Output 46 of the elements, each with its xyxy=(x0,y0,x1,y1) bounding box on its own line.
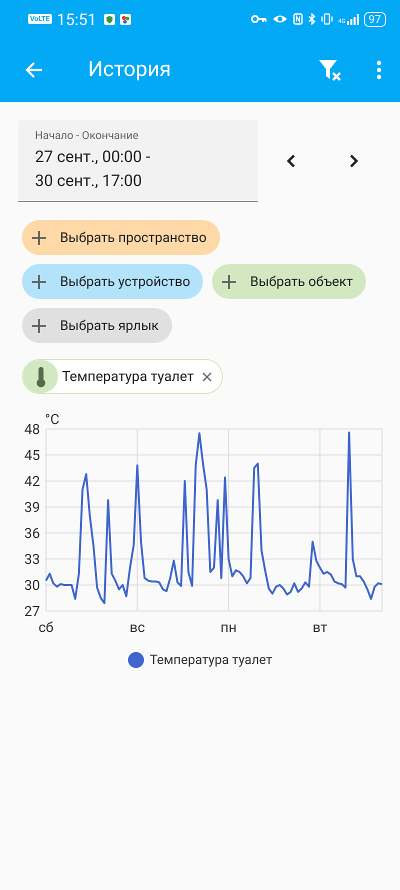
plus-icon xyxy=(32,230,46,244)
date-range-value: 27 сент., 00:00 - xyxy=(35,146,152,168)
eye-icon xyxy=(272,14,288,24)
chevron-left-icon xyxy=(286,154,296,168)
nfc-icon xyxy=(293,13,304,25)
x-axis-label: вт xyxy=(312,620,328,636)
date-range-value: 30 сент., 17:00 xyxy=(35,170,143,192)
x-axis-label: пн xyxy=(220,620,237,636)
y-axis-label: 33 xyxy=(24,552,40,568)
shield-icon xyxy=(104,14,114,24)
signal-icon xyxy=(346,14,359,24)
x-axis-label: сб xyxy=(38,620,54,636)
vibrate-icon xyxy=(321,13,334,25)
app-icon xyxy=(120,14,130,24)
legend-label: Температура туалет xyxy=(150,652,272,668)
entity-label: Температура туалет xyxy=(62,368,194,384)
y-axis-label: 42 xyxy=(24,474,40,490)
add-filter-chip[interactable]: Выбрать объект xyxy=(212,264,366,299)
thermometer-icon xyxy=(36,366,46,388)
bluetooth-icon xyxy=(308,13,316,25)
status-time: 15:51 xyxy=(56,10,96,28)
date-range-field[interactable]: Начало - Окончание 27 сент., 00:00 - 30 сент., 17:00 xyxy=(18,120,258,202)
y-axis-label: 30 xyxy=(24,578,40,594)
filter-clear-icon xyxy=(318,58,344,82)
y-axis-label: 36 xyxy=(24,526,40,542)
plus-icon xyxy=(32,274,46,288)
add-filter-chip[interactable]: Выбрать пространство xyxy=(22,220,220,255)
plus-icon xyxy=(222,274,236,288)
back-arrow-icon xyxy=(24,60,44,80)
y-axis-label: 27 xyxy=(24,604,40,620)
plus-icon xyxy=(32,318,46,332)
add-filter-chip[interactable]: Выбрать устройство xyxy=(22,264,204,299)
more-icon xyxy=(376,60,382,80)
y-axis-unit: °C xyxy=(45,412,60,428)
battery-indicator: 97 xyxy=(364,12,386,26)
y-axis-label: 39 xyxy=(24,500,40,516)
close-icon xyxy=(202,372,212,382)
y-axis-label: 48 xyxy=(24,422,40,438)
chevron-right-icon xyxy=(349,154,359,168)
x-axis-label: вс xyxy=(130,620,145,636)
screen-title: История xyxy=(88,58,172,82)
date-range-label: Начало - Окончание xyxy=(35,129,140,142)
key-icon xyxy=(251,14,268,24)
y-axis-label: 45 xyxy=(24,448,40,464)
add-filter-chip[interactable]: Выбрать ярлык xyxy=(22,308,172,343)
entity-chip[interactable]: Температура туалет xyxy=(22,359,223,394)
